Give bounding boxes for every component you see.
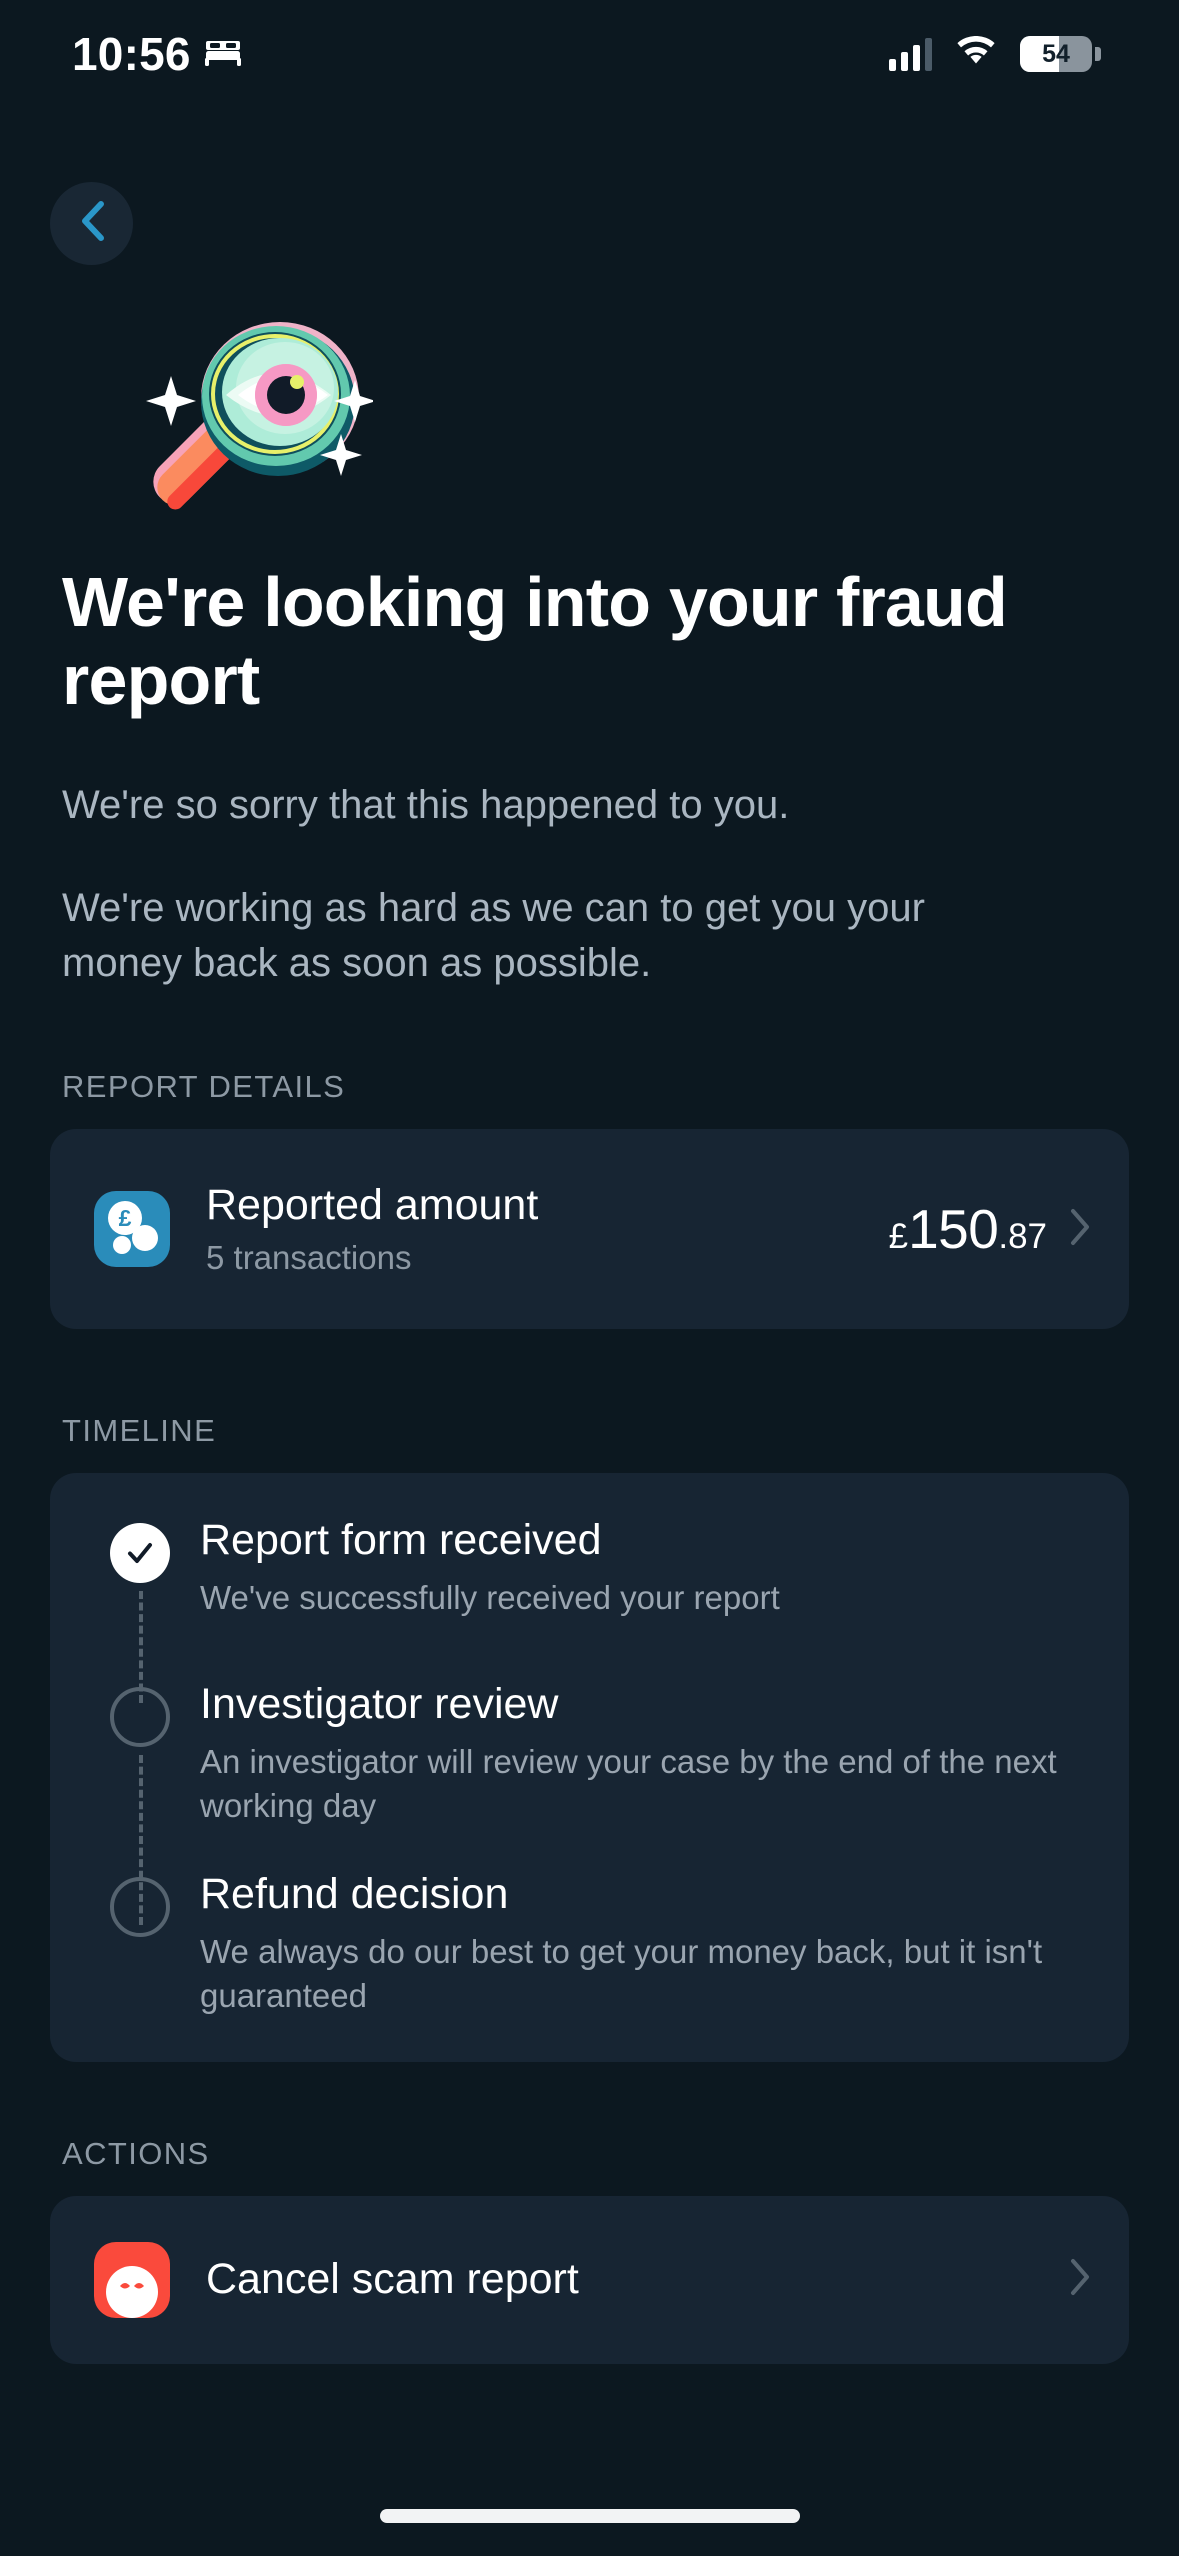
check-icon [110, 1522, 170, 1583]
home-indicator[interactable] [379, 2509, 800, 2523]
battery-percent-label: 54 [1042, 39, 1070, 68]
reported-amount-title: Reported amount [206, 1181, 539, 1230]
timeline-list: Report form received We've successfully … [50, 1473, 1129, 2062]
timeline-item-description: We always do our best to get your money … [200, 1933, 1043, 2014]
timeline-card: Report form received We've successfully … [50, 1472, 1129, 2062]
timeline-item-texts: Investigator review An investigator will… [200, 1679, 1060, 1827]
actions-section-label: ACTIONS [62, 2135, 210, 2171]
timeline-item-description: We've successfully received your report [200, 1579, 780, 1617]
cancel-scam-report-row[interactable]: Cancel scam report [50, 2196, 1129, 2364]
amount-currency-symbol: £ [888, 1217, 909, 1257]
timeline-item-refund-decision: Refund decision We always do our best to… [92, 1870, 1085, 2017]
reported-amount-texts: Reported amount 5 transactions [206, 1181, 889, 1276]
empty-circle-icon [110, 1686, 170, 1747]
intro-paragraph-1: We're so sorry that this happened to you… [62, 782, 790, 827]
status-bar: 10:56 54 [0, 0, 1179, 108]
page-content: We're looking into your fraud report We'… [0, 300, 1179, 2556]
reported-amount-value: £ 150 .87 [889, 1197, 1047, 1261]
amount-minor-units: .87 [998, 1217, 1047, 1257]
timeline-section-label: TIMELINE [62, 1412, 217, 1448]
timeline-item-title: Investigator review [200, 1679, 559, 1728]
status-bar-left: 10:56 [72, 31, 242, 77]
chevron-right-icon [1069, 2258, 1091, 2301]
actions-card: Cancel scam report [50, 2195, 1129, 2364]
intro-paragraph-2: We're working as hard as we can to get y… [62, 885, 925, 986]
reported-amount-row[interactable]: £ Reported amount 5 transactions £ 150 .… [50, 1129, 1129, 1328]
cancel-report-icon [94, 2241, 170, 2318]
chevron-left-icon [79, 200, 105, 247]
page-title: We're looking into your fraud report [62, 563, 1008, 720]
battery-icon: 54 [1020, 36, 1101, 72]
pound-coins-icon: £ [94, 1191, 170, 1268]
bed-icon [204, 37, 242, 72]
svg-text:£: £ [119, 1205, 132, 1231]
timeline-item-texts: Refund decision We always do our best to… [200, 1870, 1060, 2017]
cancel-scam-report-label: Cancel scam report [206, 2254, 579, 2303]
magnifying-glass-eye-illustration [123, 322, 1129, 517]
back-button[interactable] [50, 182, 133, 265]
cellular-signal-icon [889, 37, 932, 71]
timeline-item-report-form-received: Report form received We've successfully … [92, 1515, 1085, 1703]
reported-amount-subtitle: 5 transactions [206, 1238, 412, 1276]
timeline-item-description: An investigator will review your case by… [200, 1743, 1057, 1824]
report-details-section-label: REPORT DETAILS [62, 1069, 346, 1105]
timeline-item-texts: Report form received We've successfully … [200, 1515, 780, 1620]
timeline-item-title: Report form received [200, 1515, 602, 1564]
report-details-card: £ Reported amount 5 transactions £ 150 .… [50, 1129, 1129, 1329]
timeline-item-title: Refund decision [200, 1870, 509, 1919]
status-time: 10:56 [72, 28, 191, 80]
timeline-item-investigator-review: Investigator review An investigator will… [92, 1679, 1085, 1925]
chevron-right-icon [1069, 1208, 1091, 1251]
amount-major-units: 150 [908, 1198, 999, 1261]
status-bar-right: 54 [889, 35, 1101, 73]
empty-circle-icon [110, 1877, 170, 1938]
wifi-icon [954, 35, 998, 73]
